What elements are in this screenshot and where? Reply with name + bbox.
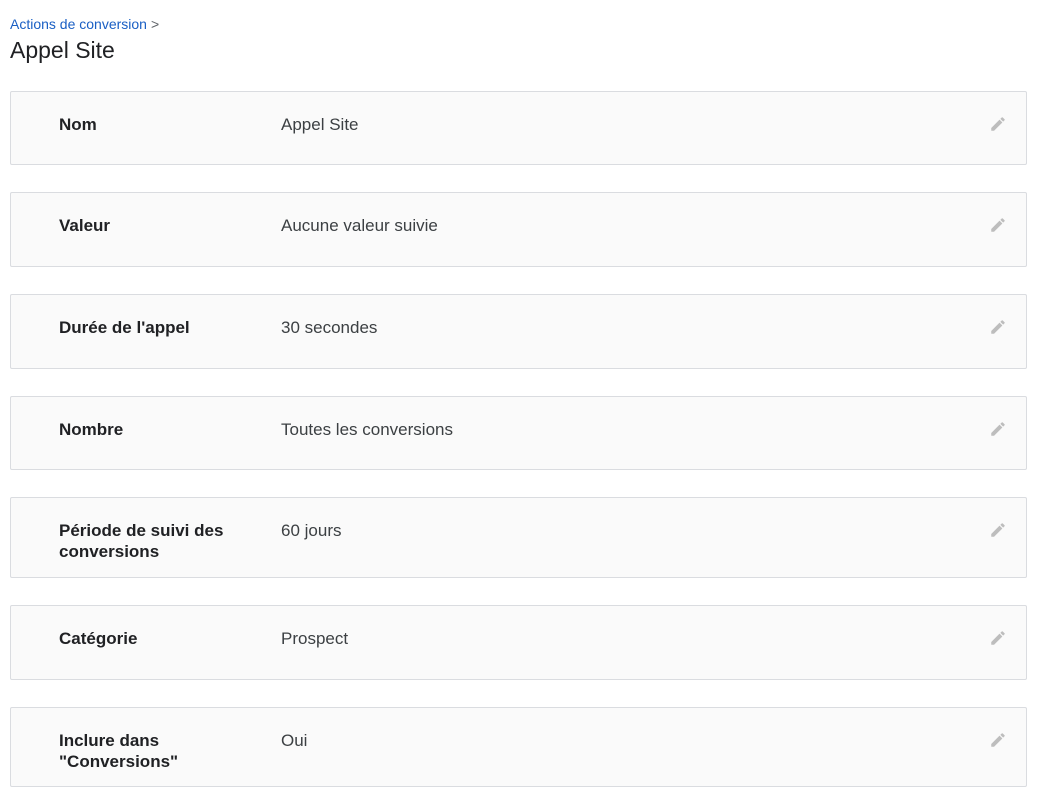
setting-value: Prospect	[281, 629, 349, 648]
setting-row-category[interactable]: Catégorie Prospect	[10, 605, 1027, 680]
setting-value: Appel Site	[281, 115, 359, 134]
setting-label: Période de suivi des conversions	[59, 521, 224, 561]
setting-label: Nom	[59, 115, 97, 134]
setting-value: Aucune valeur suivie	[281, 216, 438, 235]
setting-row-name[interactable]: Nom Appel Site	[10, 91, 1027, 165]
setting-value: 30 secondes	[281, 318, 378, 337]
setting-row-include-in-conversions[interactable]: Inclure dans "Conversions" Oui	[10, 707, 1027, 787]
setting-value: Oui	[281, 731, 308, 750]
setting-label: Valeur	[59, 216, 111, 235]
breadcrumb: Actions de conversion >	[10, 15, 159, 33]
setting-value: 60 jours	[281, 521, 342, 540]
setting-row-value[interactable]: Valeur Aucune valeur suivie	[10, 192, 1027, 267]
pencil-icon	[991, 523, 1005, 537]
setting-row-call-duration[interactable]: Durée de l'appel 30 secondes	[10, 294, 1027, 369]
edit-include-in-conversions-button[interactable]	[984, 726, 1012, 754]
pencil-icon	[991, 117, 1005, 131]
page-title: Appel Site	[10, 37, 115, 63]
setting-label: Catégorie	[59, 629, 138, 648]
edit-category-button[interactable]	[984, 624, 1012, 652]
setting-label: Nombre	[59, 420, 124, 439]
pencil-icon	[991, 631, 1005, 645]
pencil-icon	[991, 422, 1005, 436]
breadcrumb-separator: >	[150, 16, 160, 32]
setting-label: Inclure dans "Conversions"	[59, 731, 179, 771]
setting-row-count[interactable]: Nombre Toutes les conversions	[10, 396, 1027, 470]
setting-value: Toutes les conversions	[281, 420, 453, 439]
pencil-icon	[991, 733, 1005, 747]
setting-row-conversion-window[interactable]: Période de suivi des conversions 60 jour…	[10, 497, 1027, 578]
pencil-icon	[991, 218, 1005, 232]
edit-name-button[interactable]	[984, 110, 1012, 138]
edit-call-duration-button[interactable]	[984, 313, 1012, 341]
edit-value-button[interactable]	[984, 211, 1012, 239]
pencil-icon	[991, 320, 1005, 334]
edit-conversion-window-button[interactable]	[984, 516, 1012, 544]
edit-count-button[interactable]	[984, 415, 1012, 443]
setting-label: Durée de l'appel	[59, 318, 190, 337]
breadcrumb-link-conversion-actions[interactable]: Actions de conversion	[10, 16, 147, 32]
